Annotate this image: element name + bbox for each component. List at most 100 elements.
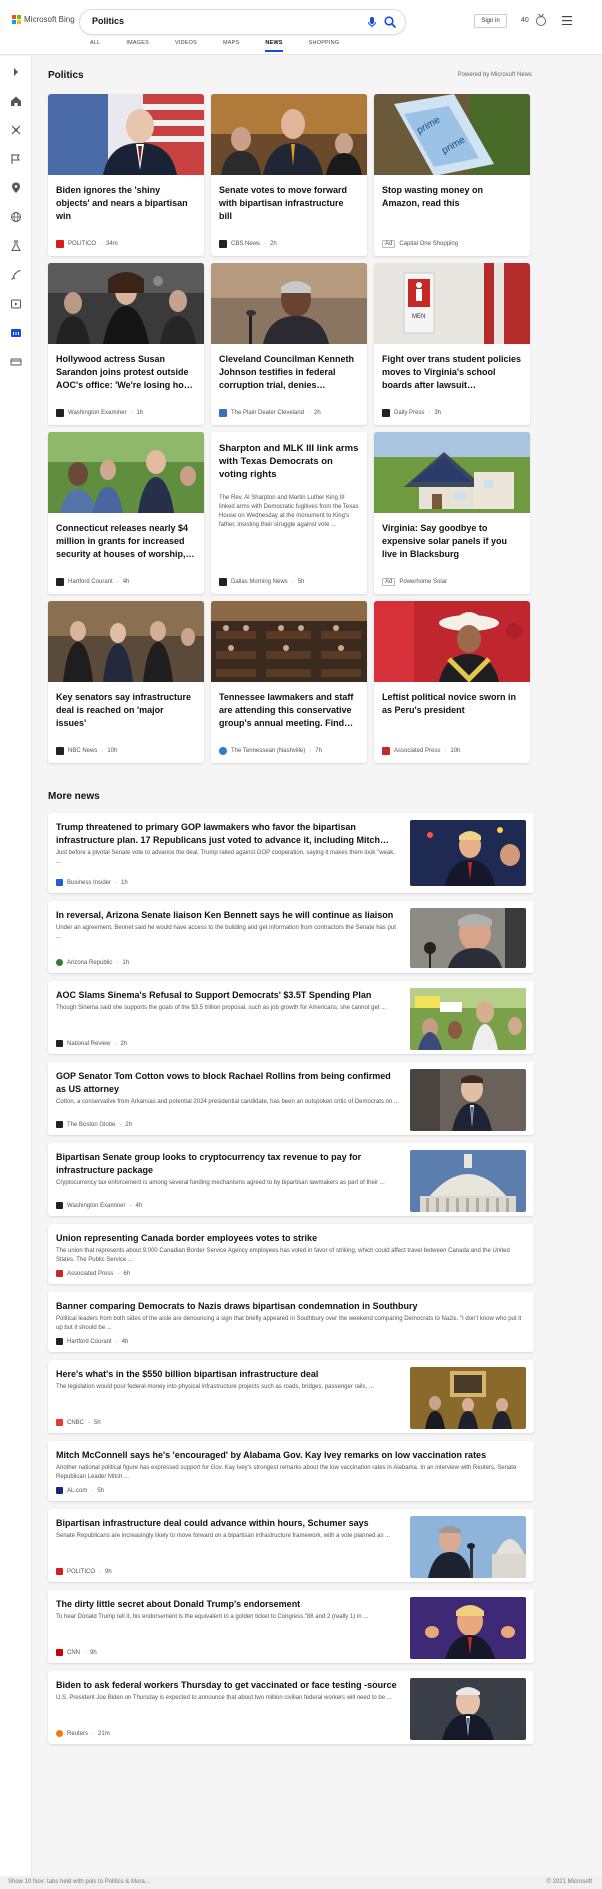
news-card[interactable]: Leftist political novice sworn in as Per…	[374, 601, 530, 763]
politics-capitol-icon[interactable]	[10, 327, 22, 339]
card-source[interactable]: NBC News · 10h	[56, 747, 117, 755]
news-card[interactable]: Connecticut releases nearly $4 million i…	[48, 432, 204, 594]
explore-icon[interactable]	[10, 124, 22, 136]
news-list-item[interactable]: Union representing Canada border employe…	[48, 1224, 534, 1284]
item-title[interactable]: Here's what's in the $550 billion bipart…	[56, 1368, 399, 1381]
tab-videos[interactable]: VIDEOS	[175, 40, 197, 52]
news-list-item[interactable]: Here's what's in the $550 billion bipart…	[48, 1360, 534, 1433]
news-card[interactable]: Cleveland Councilman Kenneth Johnson tes…	[211, 263, 367, 425]
expand-chevron-icon[interactable]	[10, 66, 22, 78]
news-list-item[interactable]: Mitch McConnell says he's 'encouraged' b…	[48, 1441, 534, 1501]
item-source[interactable]: Arizona Republic · 1h	[56, 959, 129, 966]
news-list-item[interactable]: Bipartisan Senate group looks to cryptoc…	[48, 1143, 534, 1216]
search-box[interactable]: Politics	[80, 10, 405, 34]
item-title[interactable]: GOP Senator Tom Cotton vows to block Rac…	[56, 1070, 399, 1096]
menu-icon[interactable]	[562, 16, 572, 25]
news-card[interactable]: Key senators say infrastructure deal is …	[48, 601, 204, 763]
world-globe-icon[interactable]	[10, 211, 22, 223]
tab-maps[interactable]: MAPS	[223, 40, 239, 52]
item-source[interactable]: Reuters · 21m	[56, 1730, 110, 1737]
sign-in-button[interactable]: Sign in	[474, 14, 507, 28]
card-title[interactable]: Biden ignores the 'shiny objects' and ne…	[56, 184, 196, 223]
card-source[interactable]: POLITICO · 34m	[56, 240, 118, 248]
item-title[interactable]: Trump threatened to primary GOP lawmaker…	[56, 821, 399, 847]
item-title[interactable]: Union representing Canada border employe…	[56, 1232, 526, 1245]
item-title[interactable]: In reversal, Arizona Senate liaison Ken …	[56, 909, 399, 922]
card-title[interactable]: Hollywood actress Susan Sarandon joins p…	[56, 353, 196, 392]
card-source[interactable]: Associated Press · 10h	[382, 747, 460, 755]
money-icon[interactable]	[10, 356, 22, 368]
item-source[interactable]: Hartford Courant · 4h	[56, 1338, 128, 1345]
location-pin-icon[interactable]	[10, 182, 22, 194]
news-list-item[interactable]: Trump threatened to primary GOP lawmaker…	[48, 813, 534, 893]
rewards-medal-icon[interactable]	[534, 13, 548, 27]
tab-shopping[interactable]: SHOPPING	[309, 40, 340, 52]
card-source[interactable]: Ad Capital One Shopping	[382, 240, 458, 248]
item-source[interactable]: National Review · 2h	[56, 1040, 127, 1047]
rewards-points[interactable]: 40	[521, 17, 529, 24]
search-input[interactable]: Politics	[92, 16, 124, 26]
item-title[interactable]: Banner comparing Democrats to Nazis draw…	[56, 1300, 526, 1313]
card-title[interactable]: Key senators say infrastructure deal is …	[56, 691, 196, 730]
ad-card[interactable]: Virginia: Say goodbye to expensive solar…	[374, 432, 530, 594]
news-list-item[interactable]: The dirty little secret about Donald Tru…	[48, 1590, 534, 1663]
rocket-icon[interactable]	[10, 269, 22, 281]
item-title[interactable]: Bipartisan infrastructure deal could adv…	[56, 1517, 399, 1530]
card-title[interactable]: Sharpton and MLK III link arms with Texa…	[219, 442, 359, 481]
card-source[interactable]: Ad Powerhome Solar	[382, 578, 447, 586]
card-source[interactable]: Dallas Morning News · 5h	[219, 578, 304, 586]
news-list-item[interactable]: Biden to ask federal workers Thursday to…	[48, 1671, 534, 1744]
item-title[interactable]: AOC Slams Sinema's Refusal to Support De…	[56, 989, 399, 1002]
card-title[interactable]: Connecticut releases nearly $4 million i…	[56, 522, 196, 561]
tab-images[interactable]: IMAGES	[126, 40, 149, 52]
card-title[interactable]: Tennessee lawmakers and staff are attend…	[219, 691, 359, 730]
footer-copyright[interactable]: © 2021 Microsoft	[547, 1879, 592, 1885]
card-source[interactable]: Washington Examiner · 1h	[56, 409, 143, 417]
bing-logo[interactable]: Microsoft Bing	[12, 15, 75, 24]
news-list-item[interactable]: GOP Senator Tom Cotton vows to block Rac…	[48, 1062, 534, 1135]
card-source[interactable]: Hartford Courant · 4h	[56, 578, 129, 586]
news-list-item[interactable]: Bipartisan infrastructure deal could adv…	[48, 1509, 534, 1582]
item-source[interactable]: Associated Press · 6h	[56, 1270, 130, 1277]
card-source[interactable]: The Plain Dealer Cleveland · 2h	[219, 409, 321, 417]
item-source[interactable]: AL.com · 5h	[56, 1487, 104, 1494]
entertainment-icon[interactable]	[10, 298, 22, 310]
tab-news[interactable]: NEWS	[265, 40, 283, 52]
item-title[interactable]: Biden to ask federal workers Thursday to…	[56, 1679, 399, 1692]
news-card[interactable]: Hollywood actress Susan Sarandon joins p…	[48, 263, 204, 425]
card-title[interactable]: Senate votes to move forward with bipart…	[219, 184, 359, 223]
item-title[interactable]: Mitch McConnell says he's 'encouraged' b…	[56, 1449, 526, 1462]
card-title[interactable]: Stop wasting money on Amazon, read this	[382, 184, 522, 210]
card-source[interactable]: The Tennessean (Nashville) · 7h	[219, 747, 322, 755]
news-card[interactable]: Senate votes to move forward with bipart…	[211, 94, 367, 256]
news-card[interactable]: Tennessee lawmakers and staff are attend…	[211, 601, 367, 763]
us-flag-icon[interactable]	[10, 153, 22, 165]
news-card[interactable]: MEN Fight over trans student policies mo…	[374, 263, 530, 425]
item-title[interactable]: Bipartisan Senate group looks to cryptoc…	[56, 1151, 399, 1177]
item-title[interactable]: The dirty little secret about Donald Tru…	[56, 1598, 399, 1611]
powered-by-label[interactable]: Powered by Microsoft News	[458, 72, 532, 78]
science-icon[interactable]	[10, 240, 22, 252]
card-title[interactable]: Fight over trans student policies moves …	[382, 353, 522, 392]
news-list-item[interactable]: AOC Slams Sinema's Refusal to Support De…	[48, 981, 534, 1054]
item-source[interactable]: Washington Examiner · 4h	[56, 1202, 142, 1209]
item-source[interactable]: POLITICO · 9h	[56, 1568, 112, 1575]
news-list-item[interactable]: Banner comparing Democrats to Nazis draw…	[48, 1292, 534, 1352]
news-list-item[interactable]: In reversal, Arizona Senate liaison Ken …	[48, 901, 534, 973]
card-title[interactable]: Leftist political novice sworn in as Per…	[382, 691, 522, 717]
item-source[interactable]: CNBC · 5h	[56, 1419, 101, 1426]
ad-card[interactable]: prime prime Stop wasting money on Amazon,…	[374, 94, 530, 256]
search-icon[interactable]	[383, 15, 397, 29]
card-title[interactable]: Cleveland Councilman Kenneth Johnson tes…	[219, 353, 359, 392]
tab-all[interactable]: ALL	[90, 40, 100, 52]
card-source[interactable]: Daily Press · 3h	[382, 409, 441, 417]
item-source[interactable]: Business Insider · 1h	[56, 879, 128, 886]
card-source[interactable]: CBS News · 2h	[219, 240, 277, 248]
news-card[interactable]: Sharpton and MLK III link arms with Texa…	[211, 432, 367, 594]
home-icon[interactable]	[10, 95, 22, 107]
news-card[interactable]: Biden ignores the 'shiny objects' and ne…	[48, 94, 204, 256]
item-source[interactable]: CNN · 9h	[56, 1649, 97, 1656]
microphone-icon[interactable]	[365, 15, 379, 29]
item-source[interactable]: The Boston Globe · 2h	[56, 1121, 132, 1128]
card-title[interactable]: Virginia: Say goodbye to expensive solar…	[382, 522, 522, 561]
